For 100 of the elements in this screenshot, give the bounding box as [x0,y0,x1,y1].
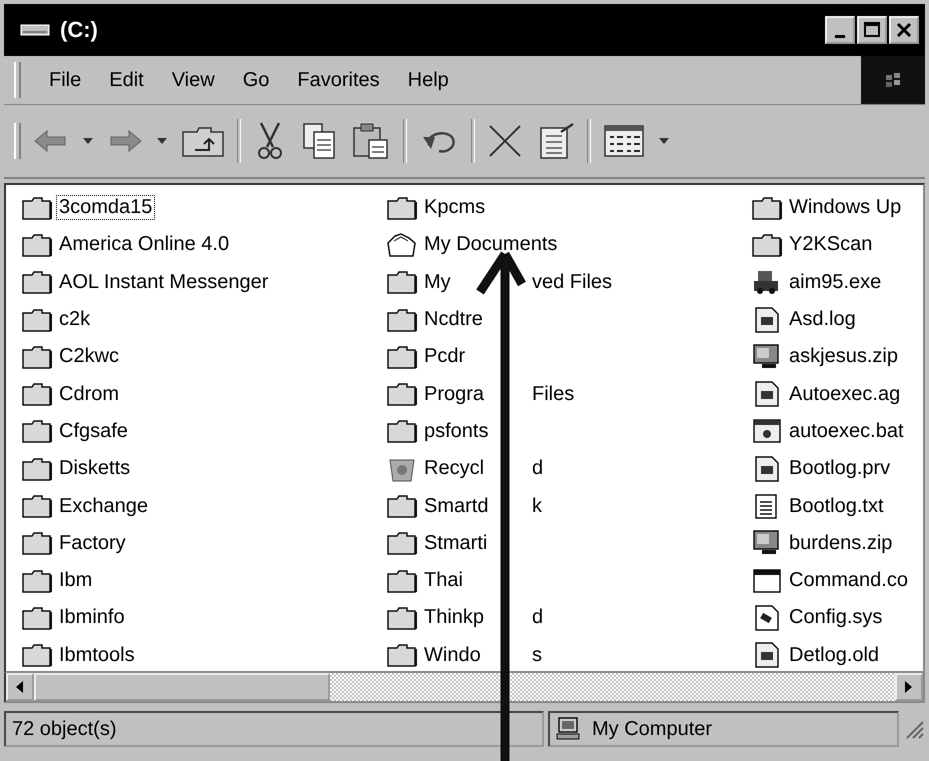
folder-icon [22,643,52,668]
folder-icon [22,419,52,444]
file-name[interactable]: Cdrom [56,382,122,407]
file-name[interactable]: Thai [421,568,466,594]
computer-icon [752,530,782,556]
menu-item[interactable]: Go [242,68,270,92]
file-name[interactable]: Disketts [56,456,134,482]
folder-icon [22,308,52,332]
close-icon [894,21,914,39]
file-name[interactable]: Config.sys [786,605,886,630]
file-name-fragment[interactable]: k [529,494,545,519]
scroll-right-button[interactable] [895,673,923,701]
file-name[interactable]: c2k [56,307,94,332]
caret-icon [83,138,93,144]
folder-icon [387,344,417,369]
file-name[interactable]: Ibmtools [56,642,138,668]
file-name[interactable]: Windo [421,642,484,668]
file-name[interactable]: Stmarti [421,530,490,556]
toolbar-grip[interactable] [14,123,21,159]
file-name[interactable]: Bootlog.txt [786,494,887,519]
menu-item[interactable]: View [172,68,215,92]
object-count: 72 object(s) [12,718,116,740]
folder-icon [387,308,417,332]
caret-icon [659,138,669,144]
folder-icon [22,531,52,556]
file-name[interactable]: Cfgsafe [56,418,131,444]
dropdown-button[interactable] [155,136,169,146]
file-name[interactable]: aim95.exe [786,270,884,295]
location-label: My Computer [592,718,712,740]
file-name[interactable]: AOL Instant Messenger [56,270,272,295]
file-name[interactable]: psfonts [421,418,492,444]
file-name[interactable]: burdens.zip [786,530,896,556]
file-name-fragment[interactable]: s [529,642,545,668]
menu-item[interactable]: Help [408,68,449,92]
file-name[interactable]: Smartd [421,494,492,519]
folder-icon [22,344,52,369]
folder-icon [22,606,52,630]
folder-icon [22,494,52,518]
file-name-fragment[interactable]: d [529,605,546,630]
clipboard-icon [351,122,391,160]
file-name[interactable]: America Online 4.0 [56,232,232,258]
folder-icon [387,606,417,630]
cross-icon [487,123,523,159]
folder-icon [387,643,417,668]
scroll-thumb[interactable] [34,673,330,701]
right-triangle-icon [905,681,913,693]
folder-icon [387,382,417,406]
folder-icon [387,531,417,556]
file-name[interactable]: My Documents [421,232,560,258]
computer-icon [752,344,782,370]
menu-item[interactable]: Favorites [297,68,380,92]
file-name[interactable]: Detlog.old [786,642,882,668]
window-title: (C:) [60,17,98,43]
file-name[interactable]: 3comda15 [56,195,156,220]
folder-icon [22,382,52,406]
file-name[interactable]: Pcdr [421,344,468,370]
file-name-fragment[interactable]: ved Files [529,270,616,295]
file-name[interactable]: askjesus.zip [786,344,901,370]
menu-item[interactable]: File [49,68,82,92]
folder-icon [22,568,52,593]
scroll-left-button[interactable] [6,673,34,701]
file-name[interactable]: Kpcms [421,195,488,220]
dropdown-button[interactable] [657,136,671,146]
close-button[interactable] [889,16,919,44]
copy-icon [301,122,337,160]
left-triangle-icon [16,681,24,693]
window-icon [752,568,782,594]
file-name[interactable]: Command.co [786,568,911,594]
window-icon [752,418,782,444]
folder-icon [22,456,52,481]
file-name-fragment[interactable]: Files [529,382,578,407]
file-name[interactable]: Ncdtre [421,307,486,332]
file-name[interactable]: Exchange [56,494,151,519]
folder-icon [387,232,417,257]
file-name-fragment[interactable]: d [529,456,546,482]
file-name[interactable]: Factory [56,530,129,556]
file-name[interactable]: autoexec.bat [786,418,907,444]
list-view-icon [603,124,645,158]
menu-bar-grip[interactable] [14,62,21,98]
file-name[interactable]: Ibm [56,568,96,594]
folder-icon [387,270,417,294]
folder-icon [752,196,782,220]
file-name[interactable]: Windows Up [786,195,904,220]
folder-icon [387,494,417,518]
file-name[interactable]: Autoexec.ag [786,382,904,407]
dropdown-button[interactable] [81,136,95,146]
folder-icon [387,568,417,593]
file-name[interactable]: Y2KScan [786,232,876,258]
file-name[interactable]: C2kwc [56,344,122,370]
file-name[interactable]: Bootlog.prv [786,456,894,482]
file-name[interactable]: Progra [421,382,488,407]
maximize-button[interactable] [857,16,887,44]
file-name[interactable]: My [421,270,454,295]
file-name[interactable]: Asd.log [786,307,859,332]
minimize-button[interactable] [825,16,855,44]
file-name[interactable]: Recycl [421,456,488,482]
file-name[interactable]: Thinkp [421,605,488,630]
file-name[interactable]: Ibminfo [56,605,128,630]
windows-logo-icon [886,73,900,87]
menu-item[interactable]: Edit [109,68,144,92]
